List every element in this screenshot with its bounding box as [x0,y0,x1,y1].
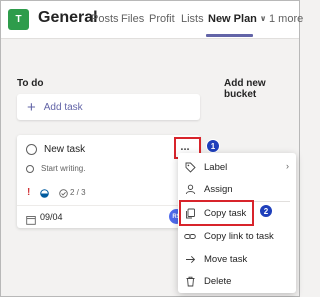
card-divider [17,205,200,206]
channel-name: General [38,9,98,26]
trash-icon [184,275,196,287]
complete-task-checkbox[interactable] [26,144,37,155]
planner-screen: { "header": { "team_initial": "T", "chan… [0,0,303,297]
menu-item-assign-text: Assign [204,183,233,195]
chevron-down-icon: ∨ [259,14,267,23]
tab-files[interactable]: Files [121,13,144,25]
tab-lists[interactable]: Lists [181,13,204,25]
tab-new-plan[interactable]: New Plan ∨ [208,13,266,25]
tag-icon [184,161,196,173]
tab-new-plan-label: New Plan [208,13,257,25]
menu-item-label[interactable]: Label › [178,156,296,178]
assign-person-icon [184,183,196,195]
menu-item-delete[interactable]: Delete [178,270,296,292]
menu-item-delete-text: Delete [204,275,232,287]
plus-icon: + [27,98,36,116]
active-tab-indicator [206,34,253,37]
add-bucket-button[interactable]: Add new bucket [224,78,299,100]
step-badge-2: 2 [259,204,273,218]
checklist-count: 2 / 3 [70,188,86,197]
channel-header: T General Posts Files Profit Lists New P… [1,1,303,39]
due-date[interactable]: 09/04 [40,212,63,222]
priority-urgent-icon: ! [27,187,31,198]
task-card[interactable]: New task Start writing. ... ! 2 / 3 09/0… [17,135,200,228]
highlight-copy-task [179,200,254,226]
chevron-right-icon: › [286,161,289,171]
progress-half-icon [40,189,49,200]
add-task-label: Add task [43,101,83,113]
move-arrow-icon [184,253,196,265]
task-title: New task [44,144,86,155]
add-task-button[interactable]: + Add task [17,94,200,120]
tab-more[interactable]: 1 more [269,13,303,25]
bucket-title[interactable]: To do [17,78,43,89]
checklist-icon [59,189,68,200]
menu-item-label-text: Label [204,161,228,173]
link-icon [184,230,196,242]
menu-item-move-task[interactable]: Move task [178,248,296,270]
step-badge-1: 1 [206,139,220,153]
menu-item-assign[interactable]: Assign [178,178,296,200]
menu-item-copy-link-text: Copy link to task [204,230,274,242]
team-avatar[interactable]: T [8,9,29,30]
menu-item-move-task-text: Move task [204,253,248,265]
tab-posts[interactable]: Posts [91,13,119,25]
description-radio-icon [26,165,34,173]
menu-item-copy-link[interactable]: Copy link to task [178,225,296,247]
tab-profit[interactable]: Profit [149,13,175,25]
task-description-placeholder[interactable]: Start writing. [41,164,85,173]
calendar-icon [26,212,36,230]
